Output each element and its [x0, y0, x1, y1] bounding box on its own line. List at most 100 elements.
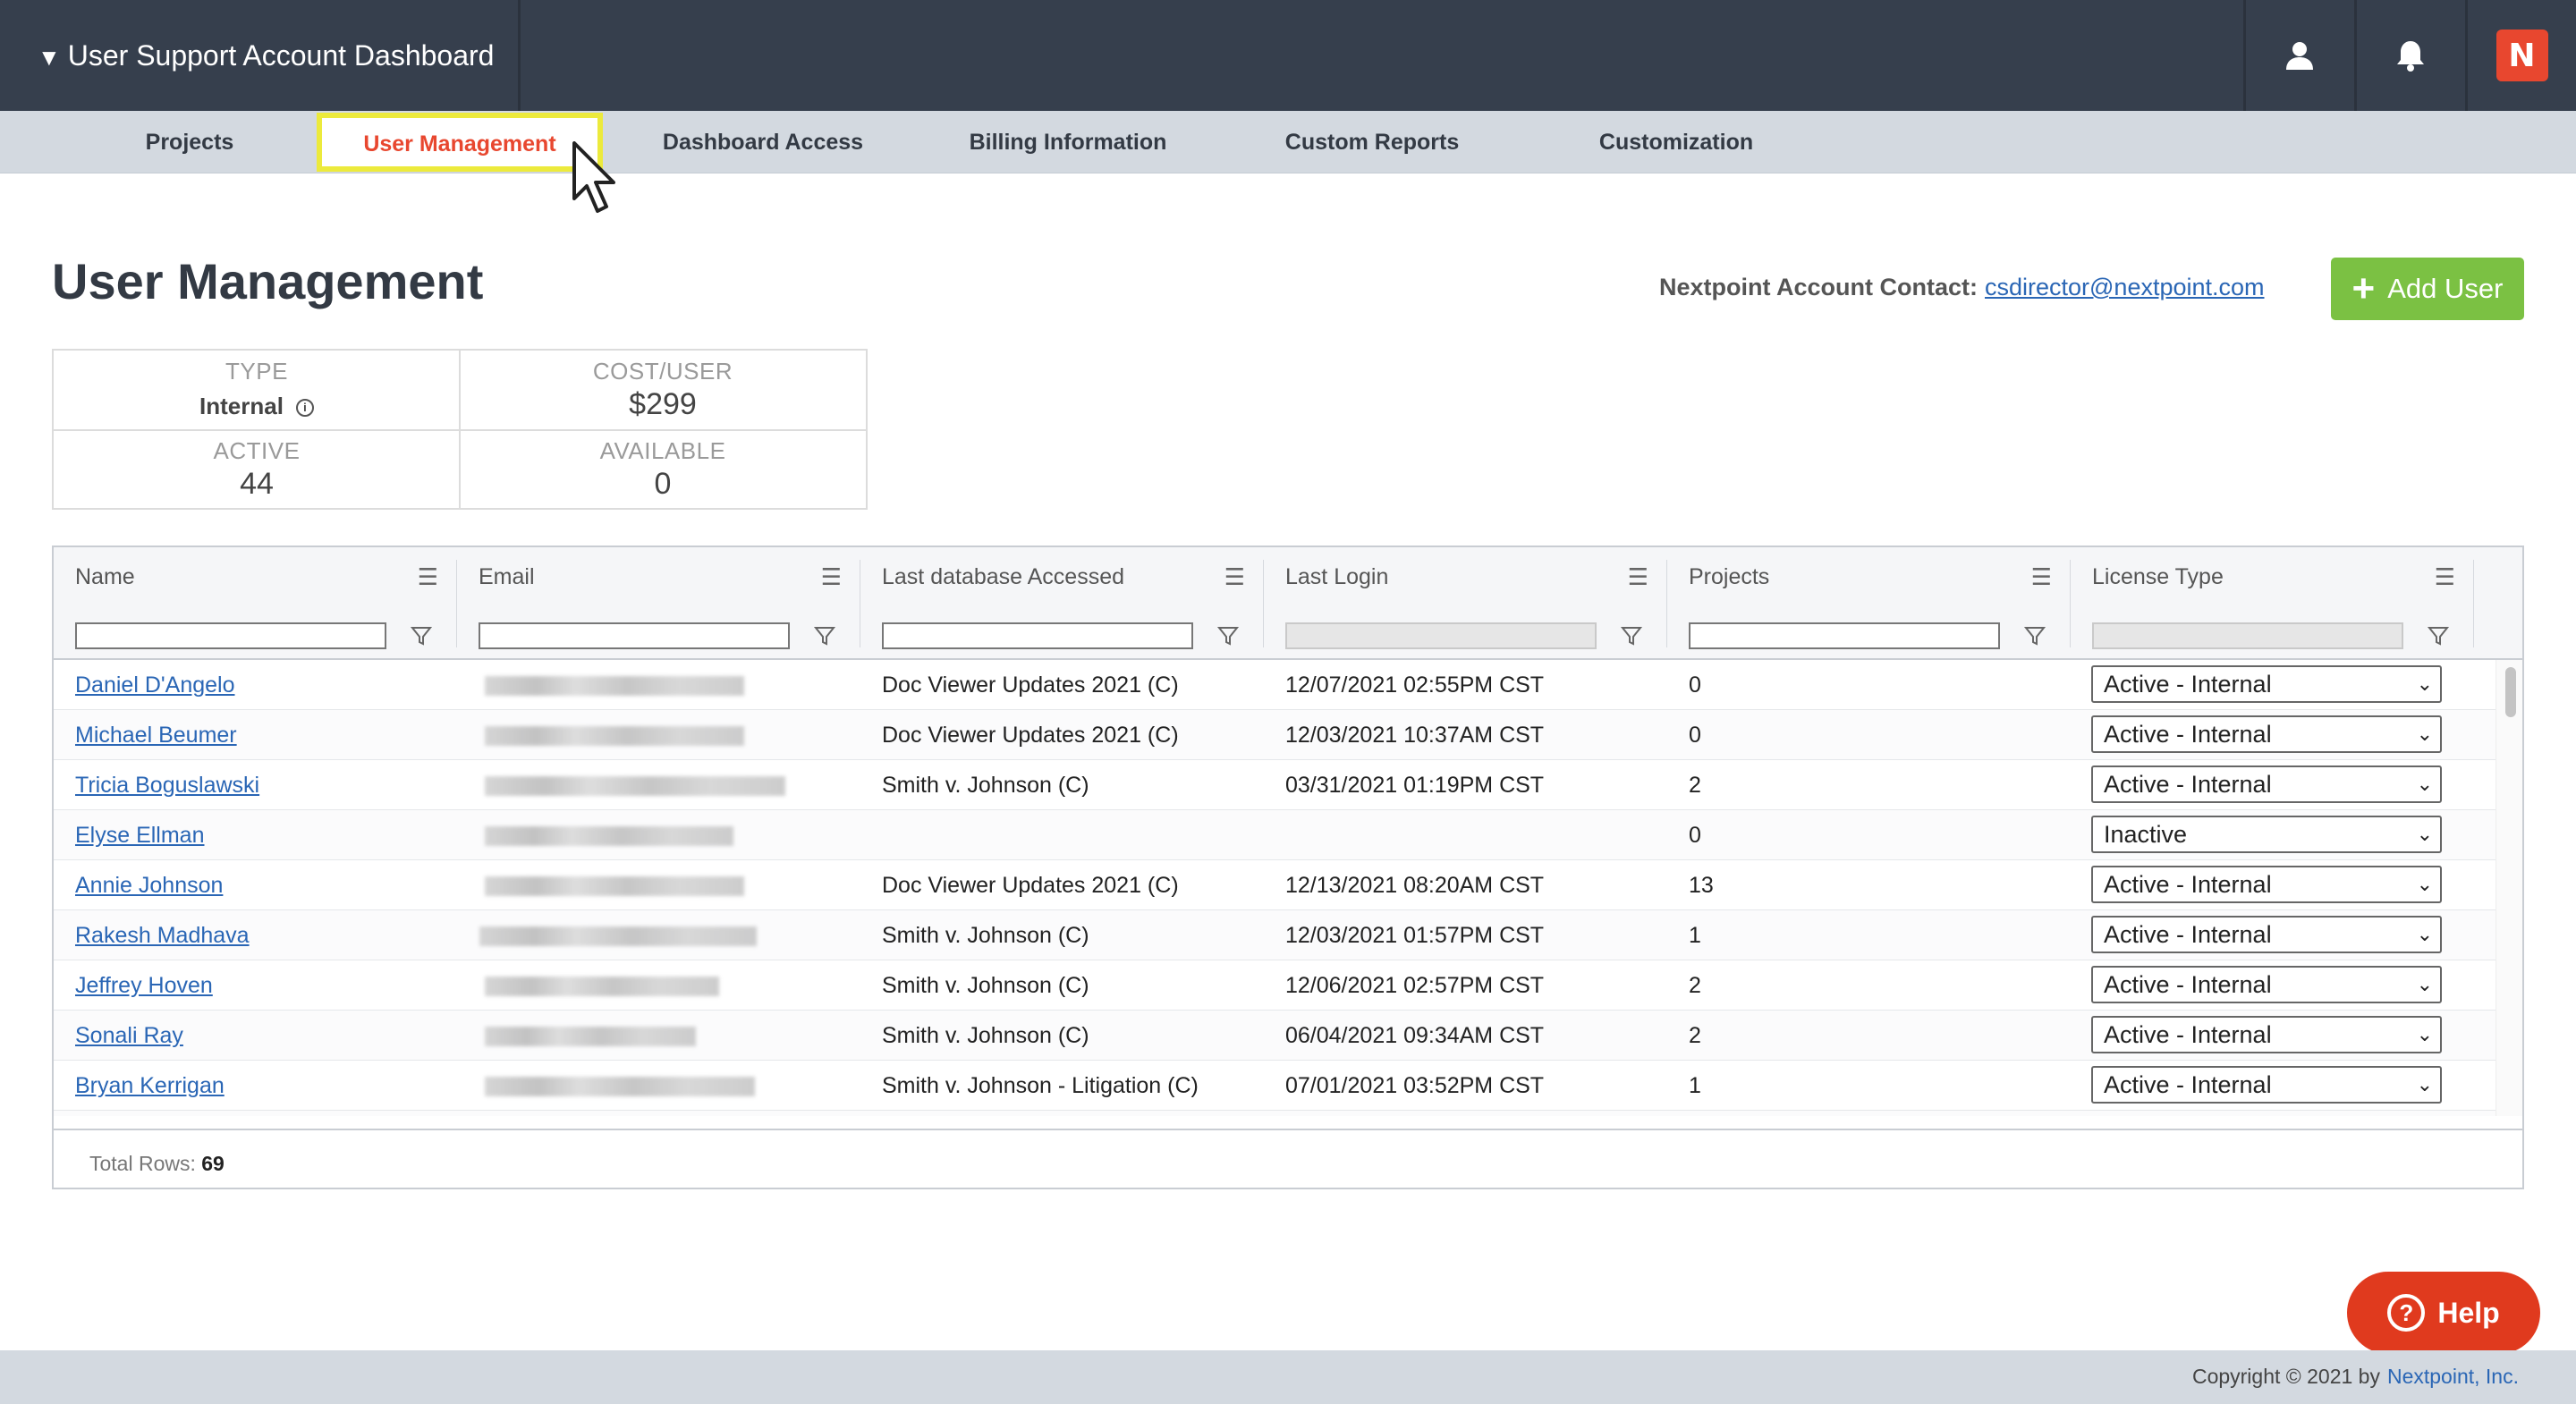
filter-icon[interactable]	[813, 624, 836, 647]
database-cell: Smith v. Johnson (C)	[882, 1023, 1089, 1048]
column-header-projects[interactable]: Projects ☰	[1667, 547, 2070, 606]
tab-customization[interactable]: Customization	[1556, 111, 1796, 173]
table-row[interactable]: Daniel D'Angelo Doc Viewer Updates 2021 …	[54, 660, 2496, 710]
license-type-select[interactable]: Active - Internal ⌄	[2091, 866, 2442, 903]
last-login-cell: 12/07/2021 02:55PM CST	[1285, 672, 1545, 698]
column-header-last-login[interactable]: Last Login ☰	[1264, 547, 1666, 606]
redacted-email	[485, 1077, 755, 1096]
tab-projects[interactable]: Projects	[107, 111, 272, 173]
user-name-link[interactable]: Rakesh Madhava	[75, 923, 250, 948]
grid-rows: Daniel D'Angelo Doc Viewer Updates 2021 …	[54, 660, 2496, 1116]
column-menu-icon[interactable]: ☰	[2435, 547, 2455, 606]
help-button[interactable]: ? Help	[2347, 1272, 2540, 1354]
total-rows-value: 69	[201, 1152, 225, 1175]
license-type-select[interactable]: Active - Internal ⌄	[2091, 1016, 2442, 1053]
projects-cell: 2	[1689, 973, 1701, 998]
column-menu-icon[interactable]: ☰	[1224, 547, 1245, 606]
account-dropdown[interactable]: ▼ User Support Account Dashboard	[0, 0, 521, 111]
last-login-cell: 12/06/2021 02:57PM CST	[1285, 973, 1545, 998]
last-login-cell: 06/04/2021 09:34AM CST	[1285, 1023, 1545, 1048]
user-name-link[interactable]: Sonali Ray	[75, 1023, 183, 1048]
table-row[interactable]: Sonali Ray Smith v. Johnson (C) 06/04/20…	[54, 1011, 2496, 1061]
redacted-email	[485, 977, 719, 996]
database-filter-input[interactable]	[882, 622, 1193, 649]
bell-icon	[2396, 41, 2424, 72]
table-row[interactable]: Elyse Ellman 0 Inactive ⌄	[54, 810, 2496, 860]
table-row[interactable]: Michael Beumer Doc Viewer Updates 2021 (…	[54, 710, 2496, 760]
contact-email-link[interactable]: csdirector@nextpoint.com	[1985, 274, 2265, 300]
table-row[interactable]: Bryan Kerrigan Smith v. Johnson - Litiga…	[54, 1061, 2496, 1111]
redacted-email	[479, 926, 757, 946]
license-type-select[interactable]: Active - Internal ⌄	[2091, 1066, 2442, 1104]
logo-button[interactable]: N	[2465, 0, 2576, 111]
table-row[interactable]: Jeffrey Hoven Smith v. Johnson (C) 12/06…	[54, 960, 2496, 1011]
column-header-license-type[interactable]: License Type ☰	[2071, 547, 2473, 606]
user-name-link[interactable]: Jeffrey Hoven	[75, 973, 213, 998]
user-icon	[2285, 42, 2313, 70]
vertical-scrollbar[interactable]	[2496, 660, 2522, 1116]
mouse-cursor-icon	[572, 141, 615, 213]
notifications-button[interactable]	[2354, 0, 2463, 111]
tab-dashboard-access[interactable]: Dashboard Access	[642, 111, 884, 173]
chevron-down-icon: ⌄	[2416, 973, 2433, 995]
license-type-select[interactable]: Active - Internal ⌄	[2091, 966, 2442, 1003]
projects-cell: 13	[1689, 873, 1714, 898]
column-menu-icon[interactable]: ☰	[2031, 547, 2052, 606]
grid-footer: Total Rows: 69	[54, 1129, 2522, 1188]
user-name-link[interactable]: Elyse Ellman	[75, 823, 205, 848]
column-header-last-database[interactable]: Last database Accessed ☰	[860, 547, 1263, 606]
table-row[interactable]: Tricia Boguslawski Smith v. Johnson (C) …	[54, 760, 2496, 810]
database-cell	[882, 810, 1258, 860]
column-separator[interactable]	[2473, 560, 2474, 647]
license-type-select[interactable]: Inactive ⌄	[2091, 816, 2442, 853]
filter-icon[interactable]	[1620, 624, 1643, 647]
user-name-link[interactable]: Bryan Kerrigan	[75, 1073, 225, 1098]
database-cell: Doc Viewer Updates 2021 (C)	[882, 723, 1179, 748]
filter-icon[interactable]	[2023, 624, 2046, 647]
info-icon[interactable]: i	[295, 399, 314, 418]
license-type-select[interactable]: Active - Internal ⌄	[2091, 665, 2442, 703]
tab-user-management[interactable]: User Management	[317, 113, 603, 172]
table-row[interactable]: Annie Johnson Doc Viewer Updates 2021 (C…	[54, 860, 2496, 910]
table-row[interactable]: Rakesh Madhava Smith v. Johnson (C) 12/0…	[54, 910, 2496, 960]
license-type-select[interactable]: Active - Internal ⌄	[2091, 715, 2442, 753]
column-header-email[interactable]: Email ☰	[457, 547, 860, 606]
column-menu-icon[interactable]: ☰	[821, 547, 842, 606]
company-link[interactable]: Nextpoint, Inc.	[2387, 1365, 2519, 1388]
name-filter-input[interactable]	[75, 622, 386, 649]
projects-cell: 2	[1689, 773, 1701, 798]
projects-cell: 0	[1689, 723, 1701, 748]
add-user-button[interactable]: + Add User	[2331, 258, 2524, 320]
account-contact: Nextpoint Account Contact: csdirector@nex…	[1659, 274, 2265, 301]
license-type-select[interactable]: Active - Internal ⌄	[2091, 916, 2442, 953]
user-name-link[interactable]: Daniel D'Angelo	[75, 672, 235, 698]
redacted-email	[485, 776, 785, 796]
user-name-link[interactable]: Tricia Boguslawski	[75, 773, 259, 798]
last-login-filter-input	[1285, 622, 1597, 649]
tab-billing-information[interactable]: Billing Information	[946, 111, 1190, 173]
user-menu-button[interactable]	[2243, 0, 2352, 111]
database-cell: Doc Viewer Updates 2021 (C)	[882, 672, 1179, 698]
email-filter-input[interactable]	[479, 622, 790, 649]
filter-icon[interactable]	[2427, 624, 2450, 647]
user-name-link[interactable]: Michael Beumer	[75, 723, 237, 748]
stat-type-value: Internal	[199, 393, 284, 419]
table-row[interactable]	[54, 1111, 2496, 1116]
projects-cell: 2	[1689, 1023, 1701, 1048]
projects-filter-input[interactable]	[1689, 622, 2000, 649]
chevron-down-icon: ⌄	[2416, 723, 2433, 745]
column-menu-icon[interactable]: ☰	[418, 547, 438, 606]
stat-active: ACTIVE 44	[54, 430, 460, 510]
filter-icon[interactable]	[1216, 624, 1240, 647]
column-header-name[interactable]: Name ☰	[54, 547, 456, 606]
contact-label: Nextpoint Account Contact:	[1659, 274, 1978, 300]
tab-custom-reports[interactable]: Custom Reports	[1252, 111, 1492, 173]
filter-icon[interactable]	[410, 624, 433, 647]
last-login-cell: 12/03/2021 10:37AM CST	[1285, 723, 1545, 748]
user-name-link[interactable]: Annie Johnson	[75, 873, 223, 898]
last-login-cell: 12/13/2021 08:20AM CST	[1285, 873, 1545, 898]
license-type-select[interactable]: Active - Internal ⌄	[2091, 765, 2442, 803]
column-menu-icon[interactable]: ☰	[1628, 547, 1648, 606]
database-cell: Doc Viewer Updates 2021 (C)	[882, 873, 1179, 898]
scrollbar-thumb[interactable]	[2505, 667, 2516, 717]
